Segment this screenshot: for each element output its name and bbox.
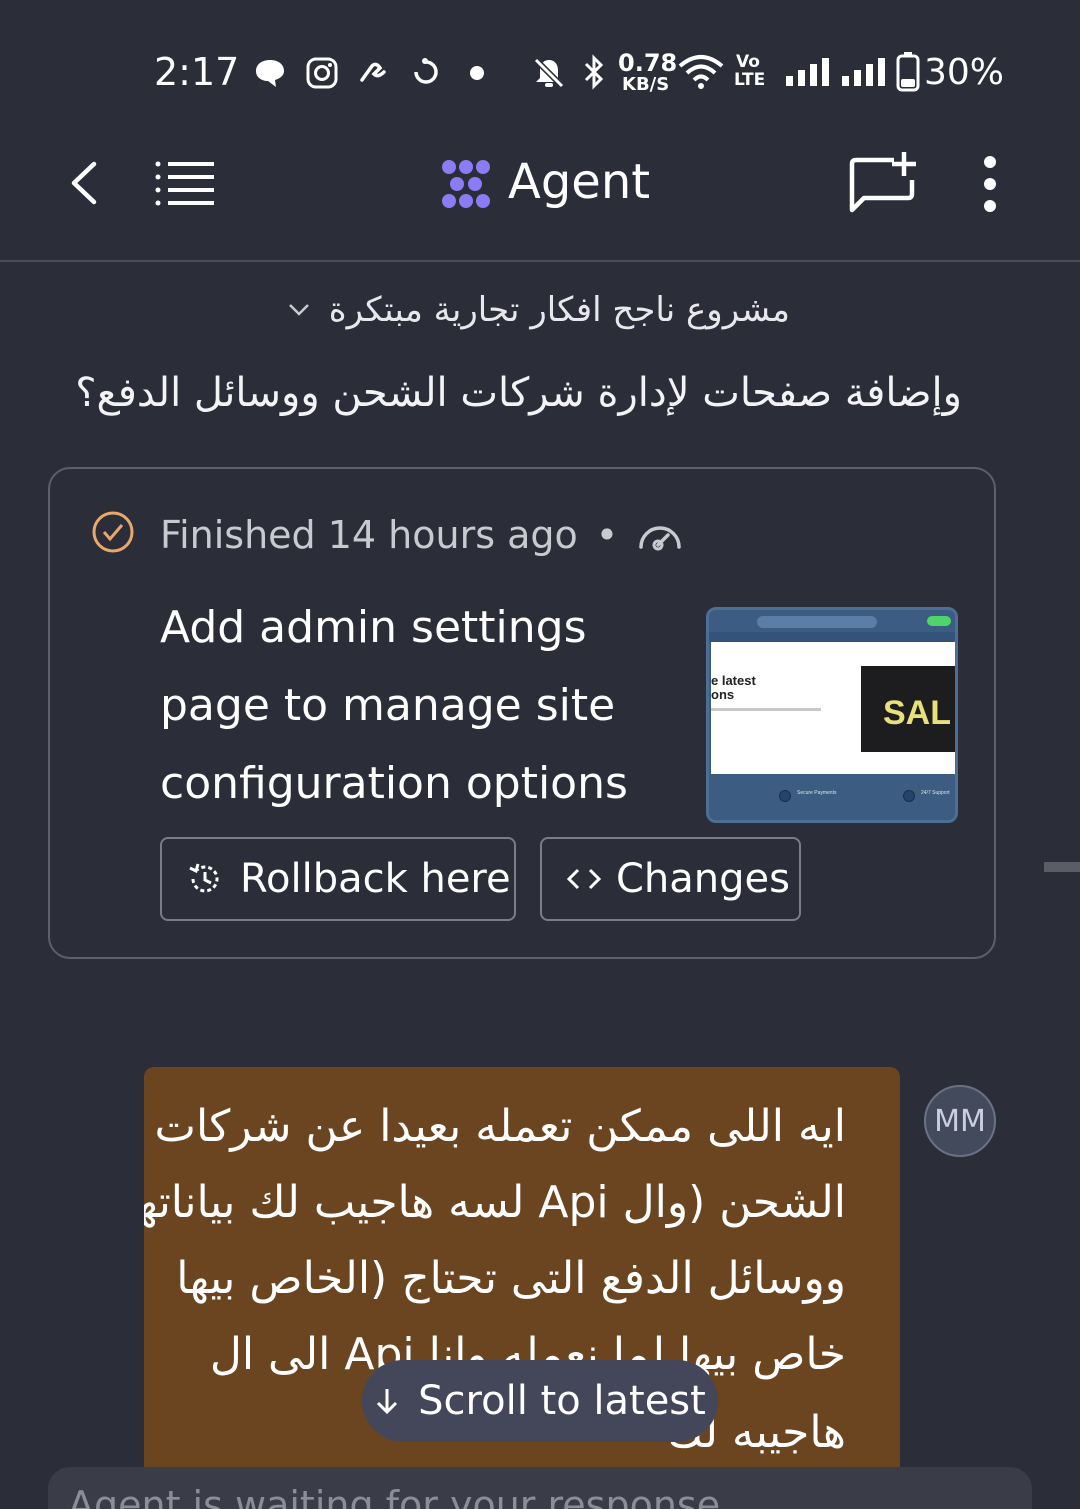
changes-button[interactable]: Changes xyxy=(540,837,801,921)
check-circle-icon xyxy=(92,511,134,553)
message-line: الشحن (وال Api لسه هاجيب لك بياناتها xyxy=(144,1177,846,1228)
secure-payments-icon xyxy=(779,790,791,802)
thumbnail-footer-right: 24/7 Support xyxy=(921,790,950,796)
thumbnail-footer-left: Secure Payments xyxy=(797,790,837,796)
arrow-down-icon xyxy=(377,1389,398,1415)
instagram-icon xyxy=(306,57,338,89)
project-name: مشروع ناجح افكار تجارية مبتكرة xyxy=(328,290,790,330)
code-icon xyxy=(566,868,602,890)
finished-status-row: Finished 14 hours ago • xyxy=(160,513,684,557)
app-notification-icon xyxy=(360,62,386,82)
preview-thumbnail[interactable]: e latest ons SAL Secure Payments 24/7 Su… xyxy=(706,607,958,823)
chevron-down-icon xyxy=(288,304,309,316)
thumbnail-subtext xyxy=(711,708,821,711)
thumbnail-header xyxy=(709,610,955,642)
changes-label: Changes xyxy=(616,856,790,902)
sync-icon xyxy=(414,58,438,84)
dot-icon xyxy=(470,66,484,80)
message-line: ووسائل الدفع التى تحتاج (الخاص بيها xyxy=(176,1253,846,1304)
network-speed-value: 0.78 xyxy=(618,49,678,77)
signal-2-icon xyxy=(842,58,885,86)
separator-dot: • xyxy=(595,513,619,557)
mute-bell-icon xyxy=(533,57,565,89)
thumbnail-sale-text: SAL xyxy=(883,694,951,732)
checkpoint-title: Add admin settings page to manage site c… xyxy=(160,602,628,809)
battery-percent: 30% xyxy=(924,52,1005,93)
user-question: وإضافة صفحات لإدارة شركات الشحن ووسائل ا… xyxy=(75,370,962,416)
chat-bubble-icon xyxy=(256,60,284,87)
rollback-button[interactable]: Rollback here xyxy=(160,837,516,921)
menu-list-icon[interactable] xyxy=(152,160,218,208)
network-speed-unit: KB/S xyxy=(622,74,670,95)
project-selector[interactable]: مشروع ناجح افكار تجارية مبتكرة xyxy=(287,290,790,330)
thumbnail-login-button xyxy=(927,616,951,626)
thumbnail-hero-line1: e latest xyxy=(711,673,756,688)
status-bar: 2:17 0.78 KB/S Vo LTE 30% xyxy=(0,0,1080,140)
waiting-input-bar[interactable]: Agent is waiting for your response xyxy=(48,1467,1032,1509)
wifi-icon xyxy=(678,55,724,89)
scroll-indicator[interactable] xyxy=(1044,862,1080,872)
bluetooth-icon xyxy=(584,54,604,90)
thumbnail-body: e latest ons SAL xyxy=(711,642,955,776)
app-title: Agent xyxy=(508,154,651,210)
thumbnail-search-bar xyxy=(757,616,877,628)
thumbnail-sale-banner: SAL xyxy=(861,666,955,752)
history-icon xyxy=(189,863,219,893)
thumbnail-nav xyxy=(709,632,955,642)
finished-status: Finished 14 hours ago xyxy=(160,513,578,557)
support-icon xyxy=(903,790,915,802)
volte-top: Vo xyxy=(736,52,760,72)
app-header: Agent xyxy=(0,140,1080,262)
avatar: MM xyxy=(924,1085,996,1157)
scroll-to-latest-label: Scroll to latest xyxy=(418,1378,706,1424)
message-line: ايه اللى ممكن تعمله بعيدا عن شركات xyxy=(154,1101,846,1152)
thumbnail-hero-line2: ons xyxy=(711,687,735,702)
new-chat-icon[interactable] xyxy=(848,150,918,216)
volte-bottom: LTE xyxy=(734,70,766,90)
battery-icon xyxy=(896,52,920,92)
back-icon[interactable] xyxy=(66,160,106,206)
status-time: 2:17 xyxy=(154,50,240,94)
rollback-label: Rollback here xyxy=(240,856,511,902)
waiting-text: Agent is waiting for your response xyxy=(68,1483,721,1509)
checkpoint-card: Finished 14 hours ago • Add admin settin… xyxy=(48,467,996,959)
speedometer-icon xyxy=(639,526,681,551)
scroll-to-latest-button[interactable]: Scroll to latest xyxy=(362,1360,718,1442)
signal-1-icon xyxy=(786,58,829,86)
thumbnail-hero-text: e latest ons xyxy=(711,674,756,702)
thumbnail-footer: Secure Payments 24/7 Support xyxy=(709,774,955,820)
agent-logo-icon xyxy=(442,160,490,208)
more-options-icon[interactable] xyxy=(978,154,1002,214)
